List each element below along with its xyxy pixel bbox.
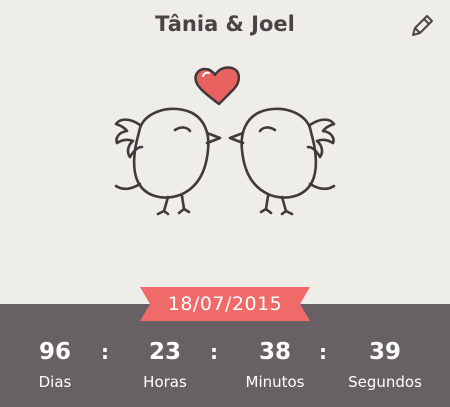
seconds-value: 39 [368,339,401,365]
event-date: 18/07/2015 [167,293,283,315]
hours-label: Horas [143,373,187,391]
love-birds-illustration [114,66,336,216]
heart-icon [194,66,241,106]
days-value: 96 [38,339,71,365]
minutes-label: Minutos [245,373,305,391]
bird-left [114,107,222,216]
date-ribbon: 18/07/2015 [140,287,310,321]
seconds-label: Segundos [348,373,422,391]
bird-right [228,107,336,216]
countdown-days: 96 Dias [0,338,110,391]
countdown-seconds: 39 Segundos [330,338,440,391]
minutes-value: 38 [258,339,291,365]
separator: : [101,340,109,364]
countdown-hours: 23 Horas [110,338,220,391]
separator: : [319,340,327,364]
countdown-minutes: 38 Minutos [220,338,330,391]
hours-value: 23 [148,339,181,365]
days-label: Dias [38,373,72,391]
separator: : [210,340,218,364]
